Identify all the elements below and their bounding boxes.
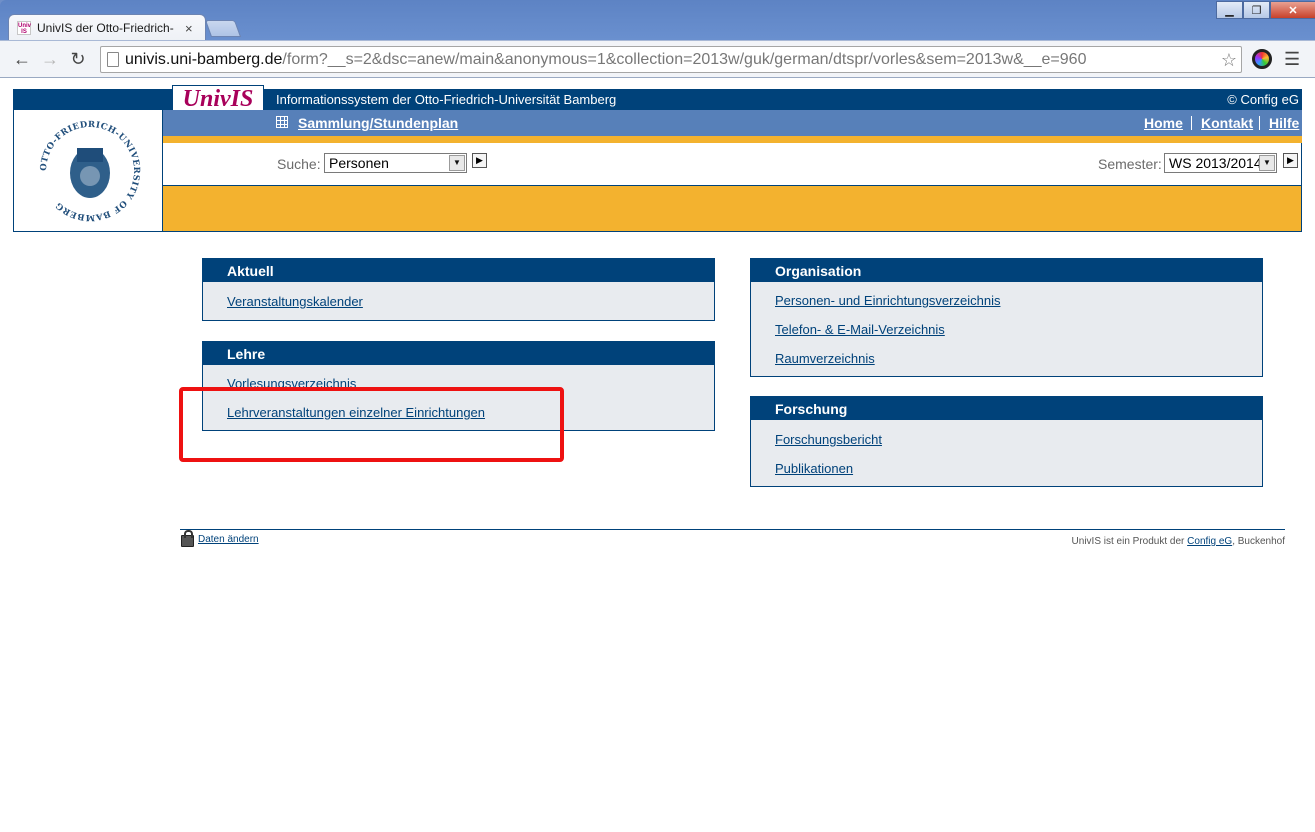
university-seal-icon: OTTO-FRIEDRICH-UNIVERSITY OF BAMBERG xyxy=(39,120,141,222)
forward-button[interactable]: → xyxy=(36,49,64,70)
close-window-button[interactable]: ✕ xyxy=(1270,1,1315,19)
new-tab-button[interactable] xyxy=(204,20,242,37)
browser-window: Univ IS UnivIS der Otto-Friedrich- × ▁ ❐… xyxy=(0,0,1315,832)
logo-cell: OTTO-FRIEDRICH-UNIVERSITY OF BAMBERG xyxy=(13,89,163,232)
semester-select[interactable]: WS 2013/2014 ▼ xyxy=(1164,153,1277,173)
veranstaltungskalender-link[interactable]: Veranstaltungskalender xyxy=(227,294,363,309)
nav-kontakt-link[interactable]: Kontakt xyxy=(1201,115,1253,131)
minimize-button[interactable]: ▁ xyxy=(1216,1,1243,19)
address-bar[interactable]: univis.uni-bamberg.de/form?__s=2&dsc=ane… xyxy=(100,46,1242,73)
page-icon xyxy=(107,52,119,67)
nav-separator xyxy=(1259,116,1260,130)
browser-menu-icon[interactable]: ☰ xyxy=(1284,49,1300,70)
box-forschung-title: Forschung xyxy=(751,397,1262,420)
box-lehre-title: Lehre xyxy=(203,342,714,365)
personen-einrichtungsverzeichnis-link[interactable]: Personen- und Einrichtungsverzeichnis xyxy=(775,293,1000,308)
search-go-button[interactable]: ▶ xyxy=(472,153,487,168)
box-organisation: Organisation Personen- und Einrichtungsv… xyxy=(750,258,1263,377)
semester-label: Semester: xyxy=(1098,156,1162,172)
url-host: univis.uni-bamberg.de xyxy=(125,50,283,68)
nav-home-link[interactable]: Home xyxy=(1144,115,1183,131)
semester-select-value: WS 2013/2014 xyxy=(1169,155,1262,171)
search-select-value: Personen xyxy=(329,155,389,171)
box-organisation-title: Organisation xyxy=(751,259,1262,282)
extension-icon[interactable] xyxy=(1252,49,1272,69)
lock-icon xyxy=(181,530,194,547)
daten-aendern-link[interactable]: Daten ändern xyxy=(198,534,259,545)
tab-title: UnivIS der Otto-Friedrich- xyxy=(37,21,174,35)
box-aktuell-title: Aktuell xyxy=(203,259,714,282)
url-text: univis.uni-bamberg.de/form?__s=2&dsc=ane… xyxy=(125,51,1086,69)
url-path: /form?__s=2&dsc=anew/main&anonymous=1&co… xyxy=(282,50,1087,68)
bookmark-star-icon[interactable]: ☆ xyxy=(1221,50,1237,71)
top-bar: UnivIS Informationssystem der Otto-Fried… xyxy=(163,85,1302,113)
chevron-down-icon: ▼ xyxy=(1259,155,1275,171)
restore-button[interactable]: ❐ xyxy=(1243,1,1270,19)
search-label: Suche: xyxy=(277,156,321,172)
telefon-email-verzeichnis-link[interactable]: Telefon- & E-Mail-Verzeichnis xyxy=(775,322,945,337)
grid-icon xyxy=(276,116,288,128)
box-aktuell: Aktuell Veranstaltungskalender xyxy=(202,258,715,321)
highlight-annotation xyxy=(179,387,564,462)
config-eg-link[interactable]: Config eG xyxy=(1187,536,1232,547)
publikationen-link[interactable]: Publikationen xyxy=(775,461,853,476)
browser-toolbar: ← → ↻ univis.uni-bamberg.de/form?__s=2&d… xyxy=(0,40,1315,77)
forschungsbericht-link[interactable]: Forschungsbericht xyxy=(775,432,882,447)
logo-cell-bar xyxy=(14,90,162,110)
semester-go-button[interactable]: ▶ xyxy=(1283,153,1298,168)
search-select[interactable]: Personen ▼ xyxy=(324,153,467,173)
footer-credit-suffix: , Buckenhof xyxy=(1232,536,1285,547)
tab-close-icon[interactable]: × xyxy=(185,21,193,36)
raumverzeichnis-link[interactable]: Raumverzeichnis xyxy=(775,351,875,366)
window-controls: ▁ ❐ ✕ xyxy=(1216,1,1315,19)
univis-logo[interactable]: UnivIS xyxy=(172,85,264,113)
page-viewport: OTTO-FRIEDRICH-UNIVERSITY OF BAMBERG Uni… xyxy=(0,77,1315,832)
sammlung-stundenplan-link[interactable]: Sammlung/Stundenplan xyxy=(298,115,458,131)
gold-divider xyxy=(163,136,1302,143)
back-button[interactable]: ← xyxy=(8,49,36,70)
footer-credit: UnivIS ist ein Produkt der Config eG, Bu… xyxy=(1072,536,1285,547)
nav-hilfe-link[interactable]: Hilfe xyxy=(1269,115,1299,131)
box-forschung: Forschung Forschungsbericht Publikatione… xyxy=(750,396,1263,487)
menu-bar: Sammlung/Stundenplan Home Kontakt Hilfe xyxy=(163,110,1302,136)
gold-band xyxy=(163,185,1302,232)
copyright-text: © Config eG xyxy=(1227,92,1299,107)
footer-credit-prefix: UnivIS ist ein Produkt der xyxy=(1071,536,1188,547)
browser-tab[interactable]: Univ IS UnivIS der Otto-Friedrich- × xyxy=(8,14,206,41)
footer-divider xyxy=(180,529,1285,530)
chevron-down-icon: ▼ xyxy=(449,155,465,171)
nav-separator xyxy=(1191,116,1192,130)
tab-strip: Univ IS UnivIS der Otto-Friedrich- × ▁ ❐… xyxy=(0,0,1315,41)
reload-button[interactable]: ↻ xyxy=(64,49,92,70)
info-text: Informationssystem der Otto-Friedrich-Un… xyxy=(276,92,617,107)
search-row: Suche: Personen ▼ ▶ Semester: WS 2013/20… xyxy=(163,143,1302,185)
univis-header: OTTO-FRIEDRICH-UNIVERSITY OF BAMBERG Uni… xyxy=(13,85,1302,232)
univis-favicon-icon: Univ IS xyxy=(17,21,32,35)
